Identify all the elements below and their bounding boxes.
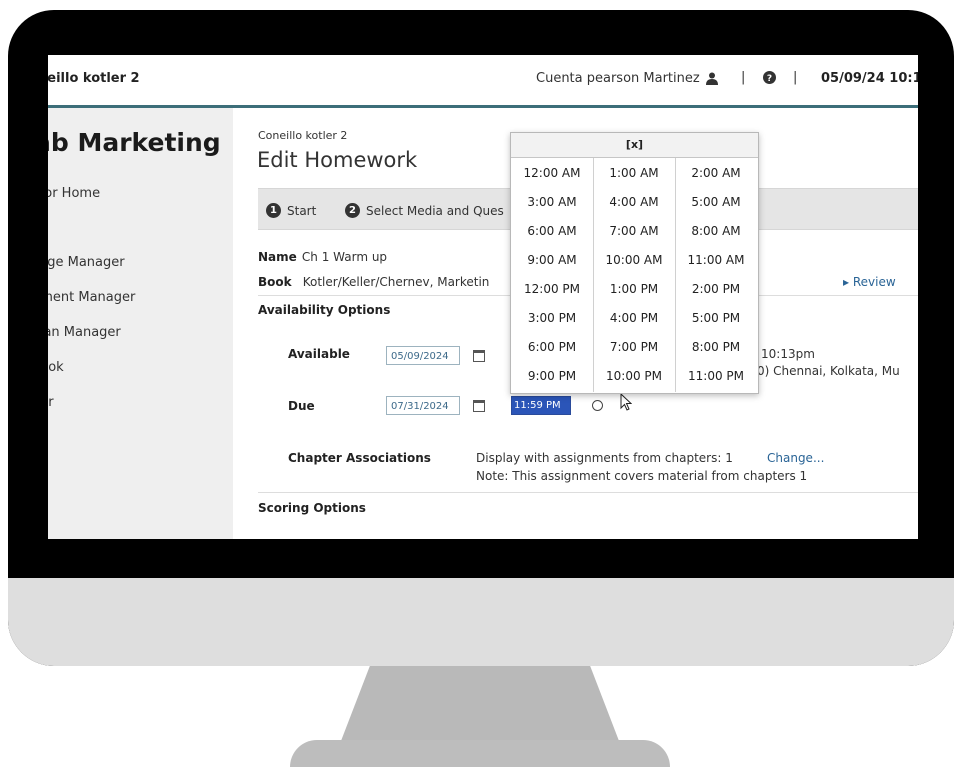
time-option[interactable]: 3:00 AM bbox=[511, 188, 593, 217]
chapter-associations-text: Display with assignments from chapters: … bbox=[476, 451, 733, 465]
monitor-chin bbox=[8, 578, 954, 666]
screen: neillo kotler 2 Cuenta pearson Martinez … bbox=[48, 55, 918, 539]
current-datetime: 05/09/24 10:13 bbox=[821, 71, 918, 86]
due-label: Due bbox=[288, 399, 315, 413]
time-option[interactable]: 12:00 PM bbox=[511, 275, 593, 304]
book-value: Kotler/Keller/Chernev, Marketin bbox=[302, 275, 490, 289]
name-row: Name Ch 1 Warm up bbox=[258, 246, 387, 265]
sidebar-item-instructor-home[interactable]: ctor Home bbox=[48, 186, 100, 201]
available-time: 10:13pm bbox=[761, 347, 815, 361]
due-time-input[interactable]: 11:59 PM bbox=[511, 396, 571, 415]
sidebar-item-gradebook[interactable]: book bbox=[48, 360, 64, 375]
book-row: Book Kotler/Keller/Chernev, Marketin bbox=[258, 271, 489, 290]
timezone-text: 0) Chennai, Kolkata, Mu bbox=[757, 364, 900, 378]
separator: | bbox=[741, 70, 746, 85]
calendar-icon[interactable] bbox=[473, 400, 485, 412]
calendar-icon[interactable] bbox=[473, 350, 485, 362]
time-option[interactable]: 10:00 PM bbox=[593, 362, 675, 391]
time-option[interactable]: 4:00 AM bbox=[593, 188, 675, 217]
time-option[interactable]: 7:00 AM bbox=[593, 217, 675, 246]
time-option[interactable]: 2:00 PM bbox=[675, 275, 757, 304]
name-label: Name bbox=[258, 250, 297, 264]
step-label: Start bbox=[287, 204, 317, 218]
time-picker-popup: [x] 12:00 AM 1:00 AM 2:00 AM 3:00 AM 4:00 AM… bbox=[510, 132, 759, 394]
course-name[interactable]: neillo kotler 2 bbox=[48, 71, 140, 86]
review-link[interactable]: ▸ Review bbox=[843, 275, 896, 289]
time-option[interactable]: 1:00 PM bbox=[593, 275, 675, 304]
availability-heading: Availability Options bbox=[258, 303, 391, 317]
time-option[interactable]: 6:00 AM bbox=[511, 217, 593, 246]
time-option[interactable]: 11:00 AM bbox=[675, 246, 757, 275]
scoring-heading: Scoring Options bbox=[258, 501, 366, 515]
time-option[interactable]: 7:00 PM bbox=[593, 333, 675, 362]
available-label: Available bbox=[288, 347, 350, 361]
chapter-note: Note: This assignment covers material fr… bbox=[476, 469, 808, 483]
svg-text:?: ? bbox=[767, 74, 772, 84]
time-option[interactable]: 2:00 AM bbox=[675, 159, 757, 188]
time-option[interactable]: 11:00 PM bbox=[675, 362, 757, 391]
divider bbox=[258, 492, 918, 493]
time-option[interactable]: 3:00 PM bbox=[511, 304, 593, 333]
time-option[interactable]: 8:00 PM bbox=[675, 333, 757, 362]
help-icon[interactable]: ? bbox=[763, 71, 776, 84]
chapter-associations-label: Chapter Associations bbox=[288, 451, 431, 465]
breadcrumb[interactable]: Coneillo kotler 2 bbox=[258, 129, 347, 142]
page-title: Edit Homework bbox=[257, 148, 418, 172]
step-number: 2 bbox=[345, 203, 360, 218]
step-select-media[interactable]: 2 Select Media and Ques bbox=[345, 200, 504, 219]
time-option[interactable]: 8:00 AM bbox=[675, 217, 757, 246]
change-chapters-link[interactable]: Change... bbox=[767, 451, 824, 465]
sidebar: ab Marketing ctor Home gs Page Manager n… bbox=[48, 108, 233, 539]
time-option[interactable]: 1:00 AM bbox=[593, 159, 675, 188]
time-picker-close[interactable]: [x] bbox=[511, 133, 758, 158]
time-option[interactable]: 5:00 PM bbox=[675, 304, 757, 333]
time-option[interactable]: 9:00 PM bbox=[511, 362, 593, 391]
step-number: 1 bbox=[266, 203, 281, 218]
time-option[interactable]: 12:00 AM bbox=[511, 159, 593, 188]
sidebar-item-assignment-manager[interactable]: nment Manager bbox=[48, 290, 135, 305]
due-date-input[interactable]: 07/31/2024 bbox=[386, 396, 460, 415]
mouse-cursor-icon bbox=[620, 393, 632, 411]
book-label: Book bbox=[258, 275, 292, 289]
separator: | bbox=[793, 70, 798, 85]
clock-icon[interactable] bbox=[592, 400, 603, 411]
time-option[interactable]: 10:00 AM bbox=[593, 246, 675, 275]
step-label: Select Media and Ques bbox=[366, 204, 504, 218]
time-option[interactable]: 6:00 PM bbox=[511, 333, 593, 362]
sidebar-item-page-manager[interactable]: Page Manager bbox=[48, 255, 125, 270]
name-value: Ch 1 Warm up bbox=[301, 250, 388, 264]
time-option[interactable]: 5:00 AM bbox=[675, 188, 757, 217]
step-start[interactable]: 1 Start bbox=[266, 200, 316, 219]
sidebar-brand: ab Marketing bbox=[48, 128, 221, 157]
time-option[interactable]: 9:00 AM bbox=[511, 246, 593, 275]
time-option[interactable]: 4:00 PM bbox=[593, 304, 675, 333]
available-date-input[interactable]: 05/09/2024 bbox=[386, 346, 460, 365]
top-bar: neillo kotler 2 Cuenta pearson Martinez … bbox=[48, 55, 918, 108]
account-name[interactable]: Cuenta pearson Martinez bbox=[536, 71, 700, 86]
monitor-stand-base bbox=[290, 740, 670, 767]
sidebar-item-plan-manager[interactable]: Plan Manager bbox=[48, 325, 121, 340]
user-icon[interactable] bbox=[706, 72, 718, 85]
sidebar-item-calendar[interactable]: dar bbox=[48, 395, 54, 410]
